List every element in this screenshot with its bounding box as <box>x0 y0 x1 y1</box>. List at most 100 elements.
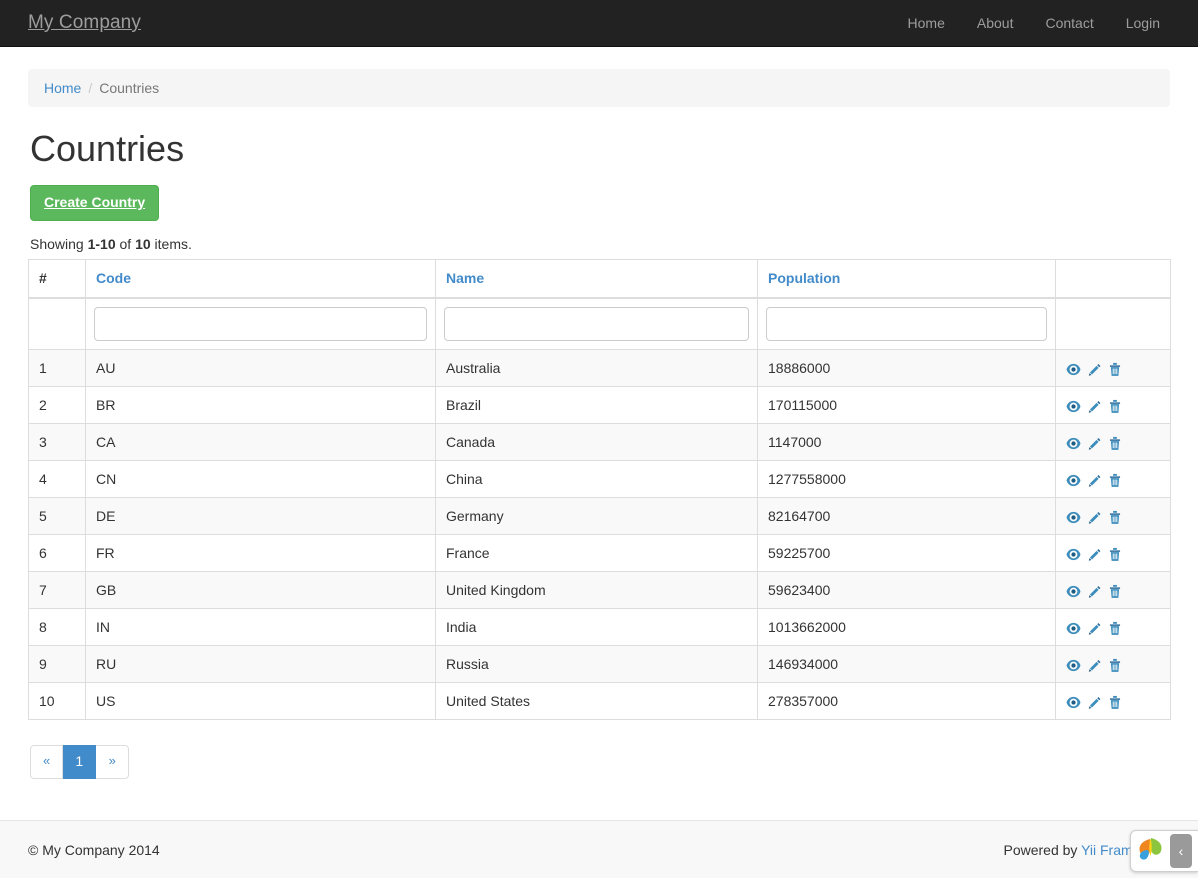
cell-name: United Kingdom <box>436 572 758 609</box>
trash-icon[interactable] <box>1108 621 1122 636</box>
sort-link-name[interactable]: Name <box>446 270 484 286</box>
eye-icon[interactable] <box>1066 659 1081 672</box>
trash-icon[interactable] <box>1108 362 1122 377</box>
eye-icon[interactable] <box>1066 511 1081 524</box>
pagination-page-1[interactable]: 1 <box>63 745 96 779</box>
table-row: 4CNChina1277558000 <box>29 461 1171 498</box>
trash-icon[interactable] <box>1108 695 1122 710</box>
trash-icon[interactable] <box>1108 399 1122 414</box>
grid-header-row: # Code Name Population <box>29 260 1171 299</box>
cell-name: United States <box>436 683 758 720</box>
countries-grid: # Code Name Population <box>28 259 1171 720</box>
cell-population: 1277558000 <box>758 461 1056 498</box>
cell-code: AU <box>86 350 436 387</box>
pencil-icon[interactable] <box>1087 437 1102 451</box>
eye-icon[interactable] <box>1066 437 1081 450</box>
eye-icon[interactable] <box>1066 363 1081 376</box>
cell-name: Australia <box>436 350 758 387</box>
create-country-button[interactable]: Create Country <box>30 185 159 222</box>
cell-code: FR <box>86 535 436 572</box>
trash-icon[interactable] <box>1108 584 1122 599</box>
column-header-population: Population <box>758 260 1056 299</box>
cell-population: 59225700 <box>758 535 1056 572</box>
nav-item-login[interactable]: Login <box>1110 0 1176 47</box>
summary-prefix: Showing <box>30 236 88 252</box>
cell-code: IN <box>86 609 436 646</box>
cell-num: 10 <box>29 683 86 720</box>
trash-icon[interactable] <box>1108 473 1122 488</box>
summary-middle: of <box>116 236 135 252</box>
powered-prefix: Powered by <box>1003 842 1081 858</box>
sort-link-population[interactable]: Population <box>768 270 840 286</box>
summary-suffix: items. <box>151 236 192 252</box>
filter-cell-population <box>758 298 1056 350</box>
cell-num: 1 <box>29 350 86 387</box>
pagination: « 1 » <box>30 745 1170 779</box>
trash-icon[interactable] <box>1108 510 1122 525</box>
eye-icon[interactable] <box>1066 474 1081 487</box>
trash-icon[interactable] <box>1108 658 1122 673</box>
summary-range: 1-10 <box>88 236 116 252</box>
eye-icon[interactable] <box>1066 400 1081 413</box>
pagination-prev[interactable]: « <box>30 745 63 779</box>
grid-filter-row <box>29 298 1171 350</box>
table-row: 5DEGermany82164700 <box>29 498 1171 535</box>
sort-link-code[interactable]: Code <box>96 270 131 286</box>
debug-toggle-button[interactable]: ‹ <box>1170 834 1192 868</box>
cell-num: 9 <box>29 646 86 683</box>
yii-logo-icon <box>1136 835 1166 868</box>
table-row: 10USUnited States278357000 <box>29 683 1171 720</box>
filter-input-code[interactable] <box>94 307 427 341</box>
filter-cell-code <box>86 298 436 350</box>
pencil-icon[interactable] <box>1087 511 1102 525</box>
cell-name: Brazil <box>436 387 758 424</box>
cell-population: 278357000 <box>758 683 1056 720</box>
cell-population: 18886000 <box>758 350 1056 387</box>
cell-num: 3 <box>29 424 86 461</box>
cell-population: 1013662000 <box>758 609 1056 646</box>
pencil-icon[interactable] <box>1087 585 1102 599</box>
cell-code: GB <box>86 572 436 609</box>
top-navbar: My Company Home About Contact Login <box>0 0 1198 47</box>
cell-population: 170115000 <box>758 387 1056 424</box>
pencil-icon[interactable] <box>1087 659 1102 673</box>
eye-icon[interactable] <box>1066 585 1081 598</box>
breadcrumb-separator: / <box>81 78 99 98</box>
filter-input-name[interactable] <box>444 307 749 341</box>
pagination-next[interactable]: » <box>96 745 129 779</box>
cell-actions <box>1056 350 1171 387</box>
cell-actions <box>1056 535 1171 572</box>
cell-code: DE <box>86 498 436 535</box>
trash-icon[interactable] <box>1108 436 1122 451</box>
table-row: 8INIndia1013662000 <box>29 609 1171 646</box>
cell-population: 1147000 <box>758 424 1056 461</box>
column-header-num: # <box>29 260 86 299</box>
pencil-icon[interactable] <box>1087 696 1102 710</box>
trash-icon[interactable] <box>1108 547 1122 562</box>
breadcrumb-home[interactable]: Home <box>44 78 81 98</box>
yii-debug-toolbar[interactable]: ‹ <box>1130 830 1198 872</box>
eye-icon[interactable] <box>1066 548 1081 561</box>
eye-icon[interactable] <box>1066 696 1081 709</box>
pencil-icon[interactable] <box>1087 474 1102 488</box>
pencil-icon[interactable] <box>1087 622 1102 636</box>
column-header-name: Name <box>436 260 758 299</box>
pencil-icon[interactable] <box>1087 363 1102 377</box>
cell-actions <box>1056 683 1171 720</box>
breadcrumb: Home / Countries <box>28 69 1170 107</box>
nav-item-about[interactable]: About <box>961 0 1030 47</box>
nav-item-contact[interactable]: Contact <box>1029 0 1109 47</box>
grid-body: 1AUAustralia188860002BRBrazil1701150003C… <box>29 350 1171 720</box>
filter-cell-name <box>436 298 758 350</box>
cell-name: China <box>436 461 758 498</box>
eye-icon[interactable] <box>1066 622 1081 635</box>
cell-actions <box>1056 424 1171 461</box>
summary-total: 10 <box>135 236 151 252</box>
navbar-brand[interactable]: My Company <box>28 13 141 33</box>
column-header-code: Code <box>86 260 436 299</box>
page-root: My Company Home About Contact Login Home… <box>0 0 1198 878</box>
pencil-icon[interactable] <box>1087 400 1102 414</box>
filter-input-population[interactable] <box>766 307 1047 341</box>
pencil-icon[interactable] <box>1087 548 1102 562</box>
nav-item-home[interactable]: Home <box>892 0 961 47</box>
